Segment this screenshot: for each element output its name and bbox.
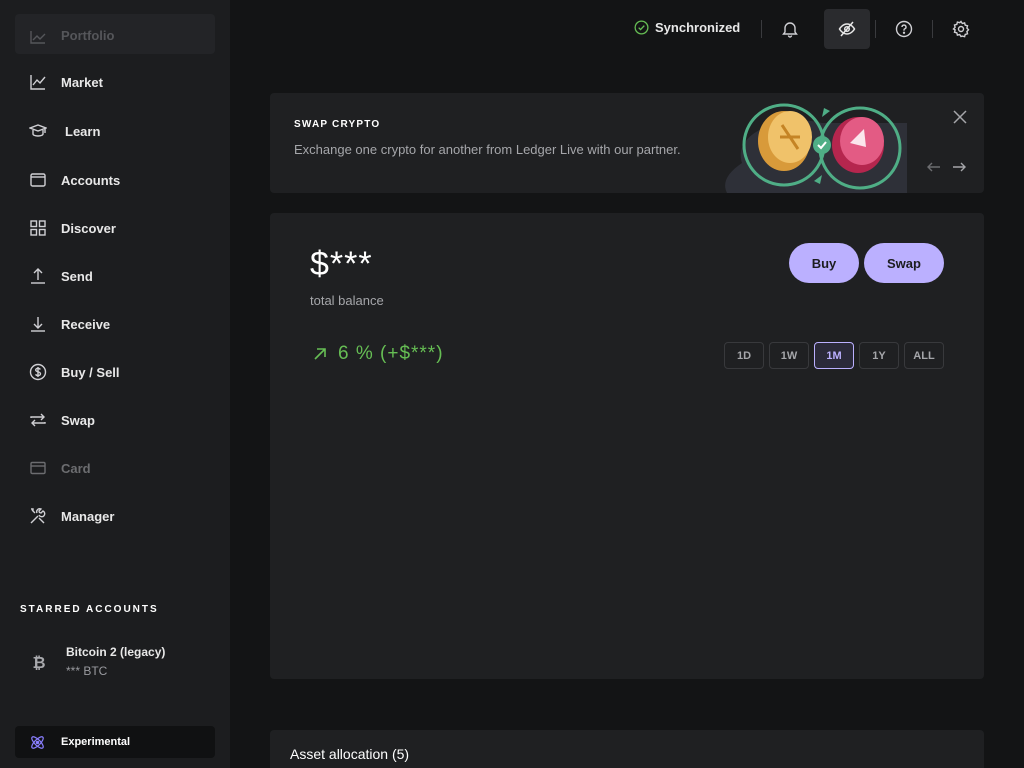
starred-account-name: Bitcoin 2 (legacy)	[66, 645, 166, 659]
starred-account-balance: *** BTC	[66, 664, 108, 678]
arrow-down-icon	[29, 315, 47, 333]
sidebar-item-accounts[interactable]: Accounts	[15, 160, 215, 200]
balance-change: 6 % (+$***)	[312, 343, 444, 365]
gear-icon	[952, 20, 970, 38]
settings-button[interactable]	[950, 18, 972, 40]
total-balance-value: $***	[310, 245, 373, 283]
sidebar-item-learn[interactable]: Learn	[15, 111, 215, 151]
grid-icon	[29, 219, 47, 237]
sidebar-item-label: Send	[61, 268, 93, 284]
card-icon	[29, 459, 47, 477]
notifications-button[interactable]	[779, 18, 801, 40]
banner-description: Exchange one crypto for another from Led…	[294, 142, 681, 157]
arrow-right-icon[interactable]	[951, 159, 967, 175]
sidebar-item-label: Manager	[61, 508, 115, 524]
bell-icon	[782, 22, 798, 38]
swap-arrows-icon	[29, 411, 47, 429]
range-1d-button[interactable]: 1D	[724, 342, 764, 369]
sidebar-item-label: Portfolio	[61, 28, 115, 43]
divider	[932, 20, 933, 38]
sync-status[interactable]: Synchronized	[634, 20, 740, 35]
balance-card: $*** total balance Buy Swap 6 % (+$***) …	[270, 213, 984, 679]
experimental-label: Experimental	[61, 736, 131, 748]
sidebar-item-manager[interactable]: Manager	[15, 496, 215, 536]
swap-button[interactable]: Swap	[864, 243, 944, 283]
buy-button[interactable]: Buy	[789, 243, 859, 283]
graduation-cap-icon	[29, 122, 47, 140]
wallet-icon	[29, 171, 47, 189]
divider	[761, 20, 762, 38]
close-icon[interactable]	[952, 109, 968, 125]
sidebar-item-receive[interactable]: Receive	[15, 304, 215, 344]
bitcoin-icon: ₿	[32, 655, 46, 672]
sidebar-item-label: Card	[61, 460, 91, 476]
swap-illustration	[725, 103, 907, 193]
banner-title: SWAP CRYPTO	[294, 119, 381, 130]
sidebar-item-market[interactable]: Market	[15, 62, 215, 102]
range-all-button[interactable]: ALL	[904, 342, 944, 369]
sidebar-item-buy-sell[interactable]: Buy / Sell	[15, 352, 215, 392]
sidebar-item-portfolio[interactable]: Portfolio	[15, 14, 215, 54]
sidebar-item-label: Discover	[61, 220, 116, 236]
swap-crypto-banner: SWAP CRYPTO Exchange one crypto for anot…	[270, 93, 984, 193]
asset-allocation-title: Asset allocation (5)	[290, 746, 410, 762]
range-1y-button[interactable]: 1Y	[859, 342, 899, 369]
sidebar-item-label: Market	[61, 74, 103, 90]
asset-allocation-card: Asset allocation (5)	[270, 730, 984, 768]
arrow-up-right-icon	[314, 348, 326, 360]
range-1w-button[interactable]: 1W	[769, 342, 809, 369]
sidebar-item-label: Accounts	[61, 172, 121, 188]
sidebar-item-label: Swap	[61, 412, 95, 428]
help-circle-icon	[895, 20, 913, 38]
sidebar-item-label: Learn	[65, 123, 101, 139]
sidebar-item-discover[interactable]: Discover	[15, 208, 215, 248]
arrow-up-icon	[29, 267, 47, 285]
sidebar-item-label: Receive	[61, 316, 111, 332]
sidebar-item-label: Buy / Sell	[61, 364, 120, 380]
experimental-button[interactable]: Experimental	[15, 726, 215, 758]
sync-label: Synchronized	[655, 20, 741, 35]
starred-account-item[interactable]: ₿ Bitcoin 2 (legacy) *** BTC	[25, 645, 215, 685]
check-circle-icon	[634, 20, 649, 35]
range-1m-button[interactable]: 1M	[814, 342, 854, 369]
tools-icon	[29, 507, 47, 525]
dollar-circle-icon	[29, 363, 47, 381]
divider	[875, 20, 876, 38]
top-bar: Synchronized	[230, 0, 1024, 58]
sidebar: Portfolio Market Learn Accounts Discover…	[0, 0, 230, 768]
sidebar-item-swap[interactable]: Swap	[15, 400, 215, 440]
hide-balance-button[interactable]	[824, 9, 870, 49]
chart-line-icon	[29, 73, 47, 91]
balance-change-value: 6 % (+$***)	[338, 343, 444, 364]
sidebar-item-card[interactable]: Card	[15, 448, 215, 488]
starred-accounts-title: STARRED ACCOUNTS	[20, 604, 159, 615]
arrow-left-icon[interactable]	[926, 159, 942, 175]
sidebar-item-send[interactable]: Send	[15, 256, 215, 296]
eye-off-icon	[838, 21, 856, 37]
help-button[interactable]	[893, 18, 915, 40]
total-balance-label: total balance	[310, 293, 384, 308]
atom-icon	[31, 735, 44, 749]
portfolio-icon	[29, 28, 47, 46]
